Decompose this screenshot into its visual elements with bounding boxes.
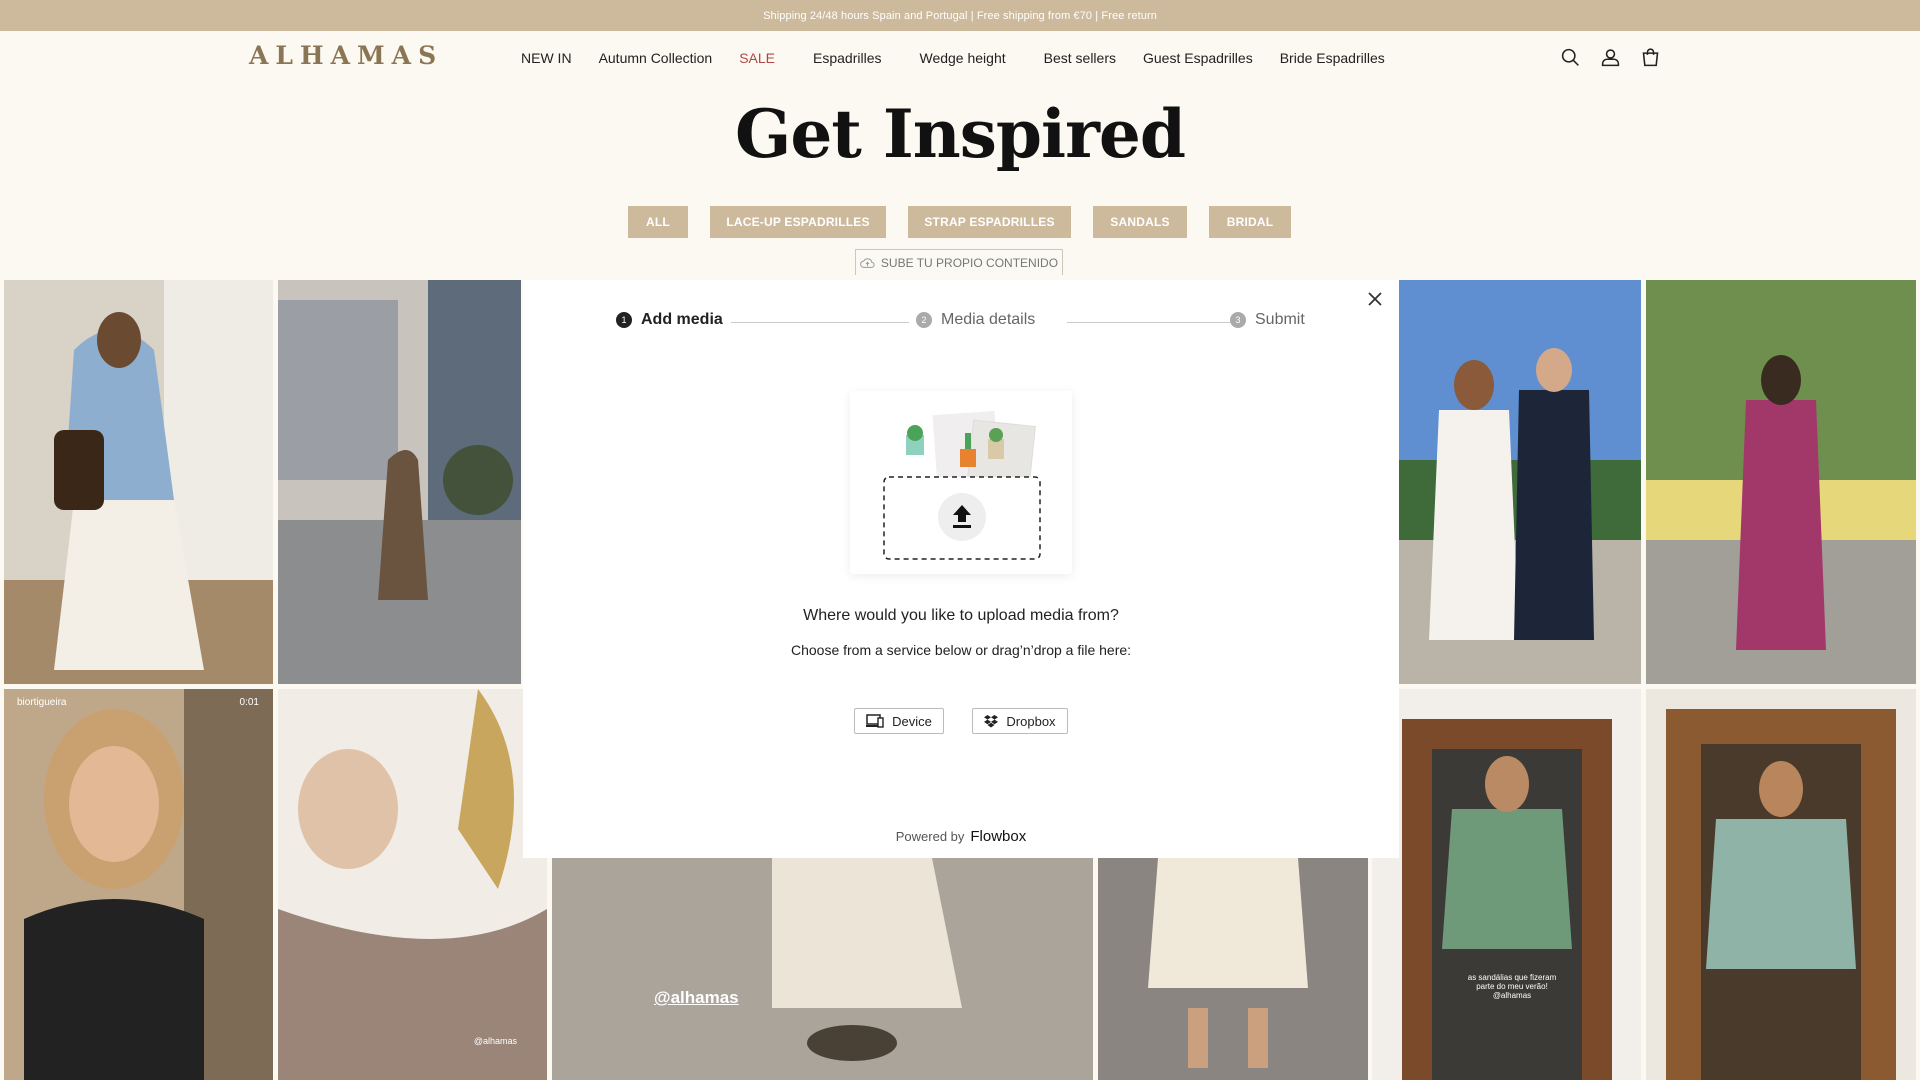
step-label: Add media bbox=[641, 311, 723, 328]
step-label: Submit bbox=[1255, 311, 1305, 328]
gallery-photo-9[interactable] bbox=[1646, 689, 1916, 1080]
gallery-photo-6[interactable] bbox=[1399, 280, 1641, 684]
gallery-photo-4[interactable]: @alhamas bbox=[552, 858, 1093, 1080]
nav-item-sale[interactable]: SALE bbox=[739, 50, 775, 66]
powered-by: Powered by Flowbox bbox=[523, 828, 1399, 845]
dropbox-icon bbox=[984, 714, 999, 727]
step-number: 2 bbox=[916, 312, 932, 328]
filter-lace-up-espadrilles[interactable]: LACE-UP ESPADRILLES bbox=[710, 206, 886, 238]
nav-item-new-in[interactable]: NEW IN bbox=[521, 50, 572, 66]
nav-item-espadrilles[interactable]: Espadrilles bbox=[813, 50, 881, 66]
nav-item-autumn-collection[interactable]: Autumn Collection bbox=[599, 50, 713, 66]
nav-item-guest-espadrilles[interactable]: Guest Espadrilles bbox=[1143, 50, 1253, 66]
nav-item-wedge-height[interactable]: Wedge height bbox=[919, 50, 1005, 66]
gallery-photo-5[interactable] bbox=[1098, 858, 1368, 1080]
step-connector bbox=[731, 322, 909, 323]
upload-instruction: Choose from a service below or drag’n’dr… bbox=[790, 642, 1132, 658]
search-icon[interactable] bbox=[1560, 47, 1581, 68]
gallery-photo-1[interactable] bbox=[4, 280, 273, 684]
account-icon[interactable] bbox=[1600, 47, 1621, 68]
flowbox-logo[interactable]: Flowbox bbox=[970, 828, 1026, 845]
step-add-media: 1 Add media bbox=[616, 311, 723, 329]
nav-item-best-sellers[interactable]: Best sellers bbox=[1044, 50, 1116, 66]
filter-all[interactable]: ALL bbox=[628, 206, 688, 238]
upload-steps: 1 Add media 2 Media details 3 Submit bbox=[616, 311, 1306, 335]
header-icons bbox=[1560, 47, 1661, 68]
device-upload-button[interactable]: Device bbox=[854, 708, 944, 734]
gallery-photo-7[interactable] bbox=[1646, 280, 1916, 684]
brand-logo[interactable]: ALHAMAS bbox=[249, 41, 443, 70]
cart-icon[interactable] bbox=[1640, 47, 1661, 68]
drop-zone[interactable] bbox=[850, 391, 1072, 574]
gallery-video-1[interactable]: biortigueira 0:01 bbox=[4, 689, 273, 1080]
nav-item-bride-espadrilles[interactable]: Bride Espadrilles bbox=[1280, 50, 1385, 66]
step-connector bbox=[1067, 322, 1245, 323]
gallery-photo-3[interactable]: @alhamas bbox=[278, 689, 547, 1080]
cloud-upload-icon bbox=[860, 257, 875, 268]
powered-by-text: Powered by bbox=[895, 829, 965, 844]
step-number: 3 bbox=[1230, 312, 1246, 328]
announcement-text: Shipping 24/48 hours Spain and Portugal … bbox=[763, 9, 1157, 22]
filter-bar: ALL LACE-UP ESPADRILLES STRAP ESPADRILLE… bbox=[0, 206, 1920, 240]
device-icon bbox=[866, 714, 884, 728]
upload-own-content-button[interactable]: SUBE TU PROPIO CONTENIDO bbox=[855, 249, 1063, 275]
photo-watermark-small: @alhamas bbox=[473, 1036, 517, 1046]
filter-strap-espadrilles[interactable]: STRAP ESPADRILLES bbox=[908, 206, 1071, 238]
announcement-bar: Shipping 24/48 hours Spain and Portugal … bbox=[0, 0, 1920, 31]
page-title: Get Inspired bbox=[735, 95, 1186, 173]
gallery-photo-2[interactable] bbox=[278, 280, 521, 684]
step-number: 1 bbox=[616, 312, 632, 328]
photo-watermark-large: @alhamas bbox=[654, 988, 739, 1007]
dropbox-label: Dropbox bbox=[1006, 713, 1056, 729]
step-label: Media details bbox=[941, 311, 1036, 328]
upload-question: Where would you like to upload media fro… bbox=[803, 607, 1119, 624]
dropbox-upload-button[interactable]: Dropbox bbox=[972, 708, 1068, 734]
site-header: ALHAMAS NEW IN Autumn Collection SALE Es… bbox=[0, 31, 1920, 87]
close-icon[interactable] bbox=[1365, 289, 1385, 309]
gallery-photo-8[interactable]: as sandálias que fizeram parte do meu ve… bbox=[1372, 689, 1641, 1080]
step-submit: 3 Submit bbox=[1230, 311, 1305, 329]
upload-modal: 1 Add media 2 Media details 3 Submit Whe… bbox=[523, 280, 1399, 858]
step-media-details: 2 Media details bbox=[916, 311, 1035, 329]
main-nav: NEW IN Autumn Collection SALE Espadrille… bbox=[521, 50, 1385, 66]
video-username: biortigueira bbox=[17, 697, 67, 708]
video-duration: 0:01 bbox=[239, 697, 259, 708]
photo-caption: as sandálias que fizeram parte do meu ve… bbox=[1467, 973, 1557, 1000]
device-label: Device bbox=[892, 713, 932, 729]
filter-bridal[interactable]: BRIDAL bbox=[1209, 206, 1291, 238]
filter-sandals[interactable]: SANDALS bbox=[1093, 206, 1187, 238]
upload-own-label: SUBE TU PROPIO CONTENIDO bbox=[880, 255, 1059, 270]
